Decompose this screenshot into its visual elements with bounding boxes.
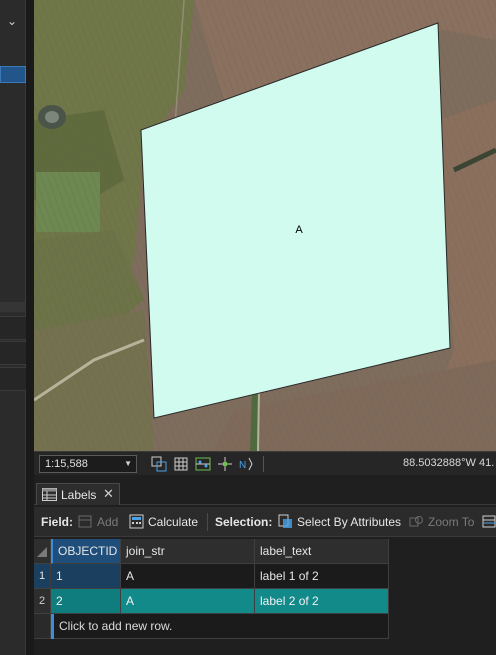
- column-header-objectid[interactable]: OBJECTID *: [51, 539, 121, 564]
- cell-objectid[interactable]: 1: [51, 564, 121, 589]
- add-field-icon: [78, 515, 92, 528]
- coordinate-readout: 88.5032888°W 41.: [403, 457, 495, 469]
- calculate-button[interactable]: Calculate: [148, 515, 198, 529]
- select-by-attributes-icon: [278, 514, 292, 528]
- switch-selection-icon[interactable]: [482, 514, 496, 529]
- panel-row[interactable]: [0, 316, 26, 340]
- close-icon[interactable]: ✕: [103, 486, 114, 502]
- attribute-table-pane: Labels ✕ Field: Add Calculate Selection:…: [34, 475, 496, 655]
- row-number: [34, 614, 51, 639]
- pane-tab-strip: Labels ✕: [34, 475, 496, 505]
- contents-panel: ⌄: [0, 0, 26, 655]
- selection-label: Selection:: [215, 515, 273, 529]
- map-view[interactable]: A: [34, 0, 496, 451]
- toolbar-divider: [207, 513, 208, 531]
- map-status-bar: 1:15,588 ▼ N 88.5032888°W 41.: [34, 451, 496, 475]
- cell-join-str[interactable]: A: [121, 564, 255, 589]
- row-number[interactable]: 1: [34, 564, 51, 589]
- select-all-corner[interactable]: [34, 539, 51, 564]
- scale-value: 1:15,588: [45, 458, 88, 470]
- table-header-row: OBJECTID * join_str label_text: [34, 539, 389, 564]
- panel-row[interactable]: [0, 367, 26, 391]
- navigate-select-icon[interactable]: [151, 456, 167, 472]
- corner-triangle-icon: [37, 547, 47, 557]
- cell-label-text[interactable]: label 2 of 2: [255, 589, 389, 614]
- selected-layer-item[interactable]: [0, 66, 26, 83]
- constraints-icon[interactable]: [217, 456, 233, 472]
- dropdown-arrow-icon: ▼: [124, 459, 132, 468]
- grid-icon[interactable]: [173, 456, 189, 472]
- svg-text:N: N: [239, 460, 246, 471]
- north-arrow-icon[interactable]: N: [239, 456, 255, 472]
- cell-objectid[interactable]: 2: [51, 589, 121, 614]
- chevron-down-icon[interactable]: ⌄: [7, 14, 17, 28]
- cell-join-str[interactable]: A: [121, 589, 255, 614]
- calculator-icon: [129, 514, 144, 529]
- table-row[interactable]: 1 1 A label 1 of 2: [34, 564, 389, 589]
- zoom-to-icon: [409, 516, 423, 527]
- row-number[interactable]: 2: [34, 589, 51, 614]
- column-header-label-text[interactable]: label_text: [255, 539, 389, 564]
- tab-labels[interactable]: Labels ✕: [36, 483, 120, 505]
- scale-dropdown[interactable]: 1:15,588 ▼: [39, 455, 137, 473]
- add-field-button[interactable]: Add: [97, 515, 118, 529]
- add-row[interactable]: Click to add new row.: [34, 614, 389, 639]
- panel-row[interactable]: [0, 341, 26, 365]
- table-icon: [42, 488, 57, 501]
- column-header-join-str[interactable]: join_str: [121, 539, 255, 564]
- satellite-basemap: A: [34, 0, 496, 451]
- table-row[interactable]: 2 2 A label 2 of 2: [34, 589, 389, 614]
- table-toolbar: Field: Add Calculate Selection: Select B…: [34, 507, 496, 537]
- add-new-row-prompt[interactable]: Click to add new row.: [54, 614, 389, 639]
- splitter[interactable]: [26, 0, 34, 655]
- status-divider: [263, 456, 264, 472]
- cell-label-text[interactable]: label 1 of 2: [255, 564, 389, 589]
- app-window: ⌄ A 1:15,588 ▼ N 88.5032888°W 41. Labels…: [0, 0, 496, 655]
- field-label: Field:: [41, 515, 73, 529]
- polygon-label: A: [295, 224, 303, 236]
- panel-divider: [0, 302, 26, 312]
- tab-label: Labels: [61, 488, 97, 502]
- select-by-attributes-button[interactable]: Select By Attributes: [297, 515, 401, 529]
- snapping-icon[interactable]: [195, 456, 211, 472]
- zoom-to-button[interactable]: Zoom To: [428, 515, 474, 529]
